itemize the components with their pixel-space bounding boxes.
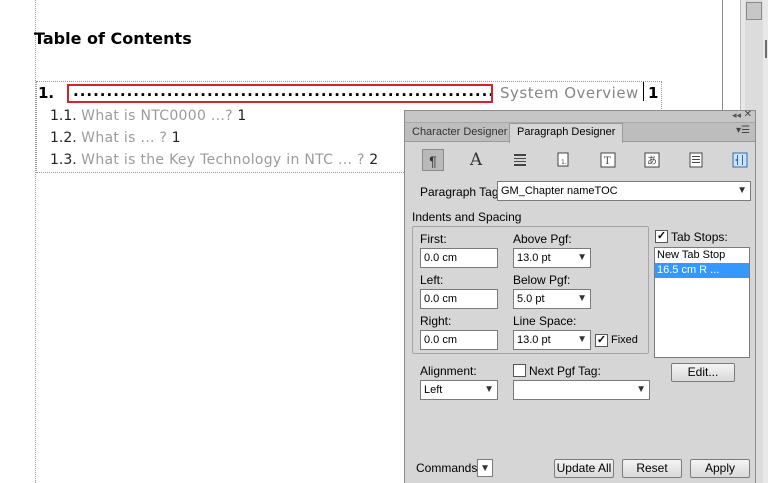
tab-paragraph-designer[interactable]: Paragraph Designer — [509, 123, 624, 143]
edit-tab-stop-button[interactable]: Edit... — [671, 363, 735, 382]
asian-icon[interactable]: あ — [641, 149, 663, 171]
chevron-down-icon: ▼ — [577, 252, 587, 263]
scrollbar-thumb[interactable] — [746, 2, 762, 20]
toc-entry-text: What is ... ? — [81, 130, 168, 146]
tab-stops-list[interactable]: New Tab Stop 16.5 cm R ... — [654, 247, 750, 358]
first-indent-label: First: — [420, 232, 447, 246]
toc-entry-page: 2 — [369, 152, 379, 168]
above-pgf-value: 13.0 pt — [517, 252, 551, 264]
first-indent-field[interactable]: 0.0 cm — [420, 248, 498, 268]
next-pgf-tag-select[interactable]: ▼ — [513, 380, 650, 400]
paragraph-tag-value: GM_Chapter nameTOC — [501, 185, 618, 197]
toc-heading[interactable]: Table of Contents — [34, 29, 192, 48]
fixed-line-space-checkbox[interactable]: ✓ — [595, 334, 608, 347]
update-all-button[interactable]: Update All — [554, 459, 614, 478]
paragraph-tag-label: Paragraph Tag: — [420, 185, 502, 199]
column-guide-left — [35, 0, 36, 483]
line-space-select[interactable]: 13.0 pt ▼ — [513, 330, 591, 350]
panel-menu-icon[interactable]: ▾☰ — [736, 125, 750, 136]
tab-character-designer[interactable]: Character Designer — [405, 124, 516, 142]
toc-entry-number: 1.3. — [50, 152, 77, 168]
toc-entry-1[interactable]: 1. .....................................… — [38, 82, 658, 102]
table-cell-icon[interactable] — [685, 149, 707, 171]
font-icon[interactable]: A — [465, 149, 487, 171]
below-pgf-label: Below Pgf: — [513, 273, 571, 287]
toc-entry-page: 1 — [648, 84, 659, 102]
paragraph-icon[interactable]: ¶ — [422, 149, 444, 171]
toc-entry-text: System Overview — [500, 84, 639, 102]
toc-entry-1-3[interactable]: 1.3. What is the Key Technology in NTC .… — [50, 152, 378, 168]
svg-text:あ: あ — [647, 155, 657, 167]
apply-button[interactable]: Apply — [690, 459, 750, 478]
commands-menu[interactable]: ▼ — [477, 459, 493, 477]
advanced-icon[interactable]: T — [597, 149, 619, 171]
numbering-icon[interactable]: 1. — [553, 149, 575, 171]
next-pgf-tag-label: Next Pgf Tag: — [529, 364, 601, 378]
list-item[interactable]: New Tab Stop — [655, 248, 749, 263]
left-indent-label: Left: — [420, 273, 444, 287]
close-panel-icon[interactable]: ✕ — [744, 109, 752, 120]
commands-label: Commands: — [416, 461, 481, 475]
toc-entry-1-1[interactable]: 1.1. What is NTC0000 ...? 1 — [50, 108, 246, 124]
tab-stops-label: Tab Stops: — [671, 230, 728, 244]
next-pgf-tag-checkbox[interactable] — [513, 364, 526, 377]
fixed-label: Fixed — [611, 334, 638, 346]
reset-button[interactable]: Reset — [622, 459, 682, 478]
panel-title-bar[interactable]: ◂◂ ✕ — [405, 109, 755, 123]
chevron-down-icon: ▼ — [577, 334, 587, 345]
chevron-down-icon: ▼ — [636, 384, 646, 395]
svg-text:1.: 1. — [561, 159, 567, 166]
above-pgf-select[interactable]: 13.0 pt ▼ — [513, 248, 591, 268]
text-cursor — [643, 82, 644, 101]
paragraph-designer-panel: ◂◂ ✕ Character Designer Paragraph Design… — [404, 109, 756, 483]
highlight-rectangle — [67, 84, 493, 103]
below-pgf-value: 5.0 pt — [517, 293, 545, 305]
chevron-down-icon: ▼ — [484, 384, 494, 395]
ruler-marker — [765, 40, 767, 58]
chevron-down-icon: ▼ — [737, 185, 747, 196]
chevron-down-icon: ▼ — [480, 463, 490, 474]
property-group-toolbar: ¶ A 1. T あ — [417, 149, 748, 173]
alignment-label: Alignment: — [420, 364, 477, 378]
toc-entry-page: 1 — [237, 108, 247, 124]
right-indent-label: Right: — [420, 314, 452, 328]
alignment-select[interactable]: Left ▼ — [420, 380, 498, 400]
toc-entry-number: 1.2. — [50, 130, 77, 146]
toc-entry-page: 1 — [171, 130, 181, 146]
toc-entry-text: What is NTC0000 ...? — [81, 108, 233, 124]
toc-entry-1-2[interactable]: 1.2. What is ... ? 1 — [50, 130, 181, 146]
direction-icon[interactable] — [729, 149, 751, 171]
right-indent-field[interactable]: 0.0 cm — [420, 330, 498, 350]
pagination-icon[interactable] — [509, 149, 531, 171]
indents-spacing-heading: Indents and Spacing — [412, 210, 522, 224]
toc-entry-number: 1. — [38, 84, 55, 102]
toc-entry-text: What is the Key Technology in NTC ... ? — [81, 152, 365, 168]
tab-stops-checkbox[interactable]: ✓ — [655, 230, 668, 243]
svg-text:T: T — [604, 156, 611, 167]
list-item[interactable]: 16.5 cm R ... — [655, 263, 749, 278]
chevron-down-icon: ▼ — [577, 293, 587, 304]
paragraph-tag-select[interactable]: GM_Chapter nameTOC ▼ — [497, 181, 751, 201]
alignment-value: Left — [424, 384, 443, 396]
left-indent-field[interactable]: 0.0 cm — [420, 289, 498, 309]
line-space-label: Line Space: — [513, 314, 577, 328]
collapse-panel-icon[interactable]: ◂◂ — [732, 110, 741, 121]
panel-tabs: Character Designer Paragraph Designer ▾☰ — [405, 123, 755, 143]
line-space-value: 13.0 pt — [517, 334, 551, 346]
toc-entry-number: 1.1. — [50, 108, 77, 124]
above-pgf-label: Above Pgf: — [513, 232, 572, 246]
below-pgf-select[interactable]: 5.0 pt ▼ — [513, 289, 591, 309]
